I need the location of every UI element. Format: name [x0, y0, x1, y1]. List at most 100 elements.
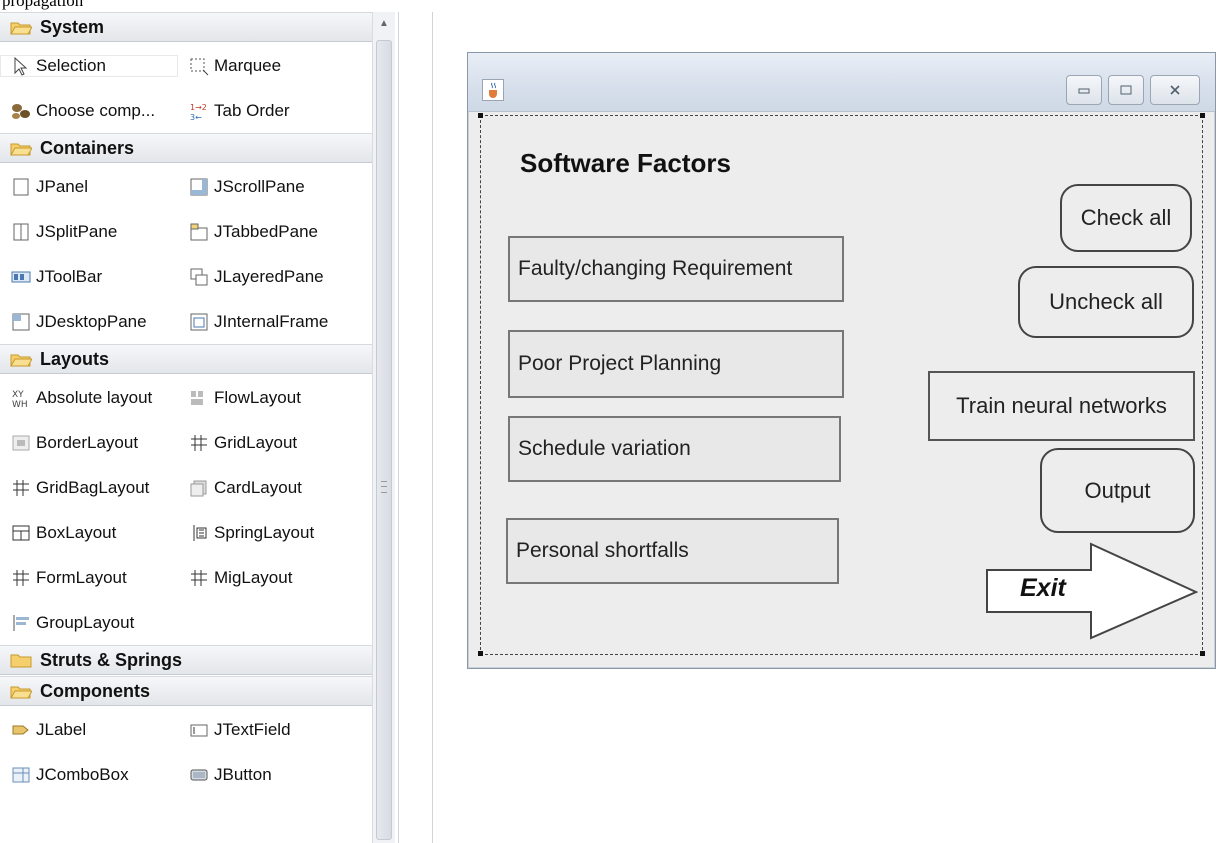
gridlayout-icon: [188, 432, 210, 454]
category-label: Layouts: [40, 348, 110, 369]
boxlayout-icon: [10, 522, 32, 544]
palette-item-gridbaglayout[interactable]: GridBagLayout: [0, 477, 178, 499]
item-label: JLabel: [36, 719, 87, 739]
item-label: Absolute layout: [36, 387, 153, 407]
item-label: Tab Order: [214, 100, 290, 120]
desktoppane-icon: [10, 311, 32, 333]
palette-item-jlabel[interactable]: JLabel: [0, 719, 178, 741]
caption-text: propagation: [2, 0, 84, 10]
item-label: Marquee: [214, 55, 282, 75]
category-containers[interactable]: Containers: [0, 133, 372, 163]
palette-item-springlayout[interactable]: SpringLayout: [178, 522, 356, 544]
svg-text:3←: 3←: [190, 113, 202, 121]
category-label: Struts & Springs: [40, 649, 183, 670]
category-layouts[interactable]: Layouts: [0, 344, 372, 374]
palette-item-jinternalframe[interactable]: JInternalFrame: [178, 311, 356, 333]
resize-handle[interactable]: [478, 651, 483, 656]
item-label: GroupLayout: [36, 612, 135, 632]
item-label: JSplitPane: [36, 221, 118, 241]
palette-item-jdesktoppane[interactable]: JDesktopPane: [0, 311, 178, 333]
item-label: JLayeredPane: [214, 266, 324, 286]
factor-button[interactable]: Schedule variation: [508, 416, 841, 482]
beans-icon: [10, 100, 32, 122]
folder-open-icon: [10, 20, 32, 35]
maximize-icon[interactable]: [1108, 75, 1144, 105]
folder-open-icon: [10, 141, 32, 156]
item-label: JPanel: [36, 176, 88, 196]
palette-item-miglayout[interactable]: MigLayout: [178, 567, 356, 589]
category-struts-springs[interactable]: Struts & Springs: [0, 645, 372, 675]
combobox-icon: [10, 764, 32, 786]
svg-text:XY: XY: [12, 390, 24, 400]
category-system[interactable]: System: [0, 12, 372, 42]
textfield-icon: [188, 719, 210, 741]
window-titlebar[interactable]: [468, 53, 1215, 112]
label-icon: [10, 719, 32, 741]
item-label: GridBagLayout: [36, 477, 150, 497]
item-label: MigLayout: [214, 567, 293, 587]
item-label: JScrollPane: [214, 176, 305, 196]
palette-item-jtabbedpane[interactable]: JTabbedPane: [178, 221, 356, 243]
resize-handle[interactable]: [1200, 113, 1205, 118]
palette-item-jcombobox[interactable]: JComboBox: [0, 764, 178, 786]
palette-item-absolute-layout[interactable]: XY WH Absolute layout: [0, 387, 178, 409]
tab-order-icon: 1→2 3←: [188, 100, 210, 122]
item-label: Selection: [36, 55, 106, 75]
scrollbar-thumb[interactable]: [376, 40, 392, 840]
item-label: JToolBar: [36, 266, 103, 286]
scroll-up-arrow-icon[interactable]: ▲: [373, 12, 395, 34]
factor-button[interactable]: Faulty/changing Requirement: [508, 236, 844, 302]
palette-item-marquee[interactable]: Marquee: [178, 55, 356, 77]
splitpane-icon: [10, 221, 32, 243]
item-label: JTabbedPane: [214, 221, 318, 241]
palette-item-cardlayout[interactable]: CardLayout: [178, 477, 356, 499]
factor-button[interactable]: Personal shortfalls: [506, 518, 839, 584]
palette-scrollbar[interactable]: ▲: [372, 12, 395, 843]
palette-item-jsplitpane[interactable]: JSplitPane: [0, 221, 178, 243]
resize-handle[interactable]: [478, 113, 483, 118]
palette-item-jlayeredpane[interactable]: JLayeredPane: [178, 266, 356, 288]
palette-item-jtoolbar[interactable]: JToolBar: [0, 266, 178, 288]
output-button[interactable]: Output: [1040, 448, 1195, 533]
folder-closed-icon: [10, 653, 32, 668]
palette-item-borderlayout[interactable]: BorderLayout: [0, 432, 178, 454]
palette-item-tab-order[interactable]: 1→2 3← Tab Order: [178, 100, 356, 122]
palette-item-jtextfield[interactable]: JTextField: [178, 719, 356, 741]
factor-button[interactable]: Poor Project Planning: [508, 330, 844, 398]
category-label: Containers: [40, 137, 135, 158]
item-label: JInternalFrame: [214, 311, 329, 331]
toolbar-icon: [10, 266, 32, 288]
palette-item-boxlayout[interactable]: BoxLayout: [0, 522, 178, 544]
palette-item-jscrollpane[interactable]: JScrollPane: [178, 176, 356, 198]
category-label: Components: [40, 680, 150, 701]
palette-item-jpanel[interactable]: JPanel: [0, 176, 178, 198]
palette-item-flowlayout[interactable]: FlowLayout: [178, 387, 356, 409]
svg-text:1→2: 1→2: [190, 103, 207, 112]
palette-item-choose-component[interactable]: Choose comp...: [0, 100, 178, 122]
close-icon[interactable]: [1150, 75, 1200, 105]
exit-arrow-icon[interactable]: [985, 542, 1198, 640]
absolute-layout-icon: XY WH: [10, 387, 32, 409]
train-neural-networks-button[interactable]: Train neural networks: [928, 371, 1195, 441]
minimize-icon[interactable]: [1066, 75, 1102, 105]
palette-item-gridlayout[interactable]: GridLayout: [178, 432, 356, 454]
resize-handle[interactable]: [1200, 651, 1205, 656]
folder-open-icon: [10, 352, 32, 367]
layeredpane-icon: [188, 266, 210, 288]
palette-list: System Selection Marquee Choose comp... …: [0, 12, 372, 797]
item-label: JTextField: [214, 719, 291, 739]
palette-item-jbutton[interactable]: JButton: [178, 764, 356, 786]
palette-item-formlayout[interactable]: FormLayout: [0, 567, 178, 589]
exit-button-label[interactable]: Exit: [1020, 574, 1066, 603]
item-label: GridLayout: [214, 432, 298, 452]
category-components[interactable]: Components: [0, 676, 372, 706]
item-label: Choose comp...: [36, 100, 156, 120]
check-all-button[interactable]: Check all: [1060, 184, 1192, 252]
palette-item-grouplayout[interactable]: GroupLayout: [0, 612, 178, 634]
scrollbar-grip: [381, 481, 387, 493]
item-label: BorderLayout: [36, 432, 139, 452]
item-label: FormLayout: [36, 567, 127, 587]
uncheck-all-button[interactable]: Uncheck all: [1018, 266, 1194, 338]
palette-item-selection[interactable]: Selection: [0, 54, 178, 77]
item-label: FlowLayout: [214, 387, 301, 407]
